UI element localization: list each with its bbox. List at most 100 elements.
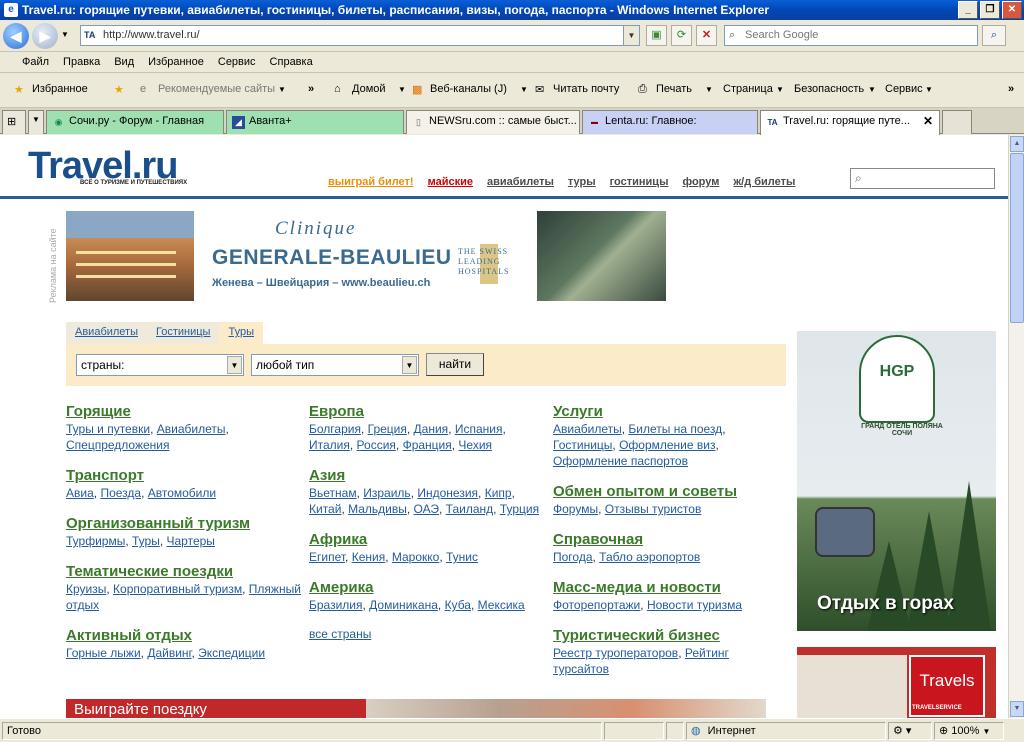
search-go-icon[interactable]: ⌕: [982, 25, 1006, 46]
country-select[interactable]: страны: ▼: [76, 354, 244, 376]
scroll-down-icon[interactable]: ▼: [1010, 701, 1024, 717]
category-link[interactable]: Фоторепортажи: [553, 598, 640, 612]
category-link[interactable]: Греция: [368, 422, 407, 436]
chevron-more-icon-2[interactable]: »: [1008, 83, 1014, 95]
category-link[interactable]: Индонезия: [417, 486, 478, 500]
security-zone[interactable]: ◍ Интернет: [686, 722, 886, 740]
menu-edit[interactable]: Правка: [57, 53, 106, 72]
surgery-ad-image[interactable]: [537, 211, 666, 301]
category-link[interactable]: Мексика: [478, 598, 525, 612]
tab-avanta[interactable]: ◢ Аванта+: [226, 110, 404, 134]
category-title[interactable]: Обмен опытом и советы: [553, 483, 788, 501]
search-tab-avia[interactable]: Авиабилеты: [66, 322, 148, 344]
category-title[interactable]: Туристический бизнес: [553, 627, 788, 645]
tab-close-icon[interactable]: ✕: [923, 114, 933, 128]
category-link[interactable]: Болгария: [309, 422, 361, 436]
tools-dropdown-icon[interactable]: ▼: [925, 85, 933, 94]
category-link[interactable]: Автомобили: [148, 486, 216, 500]
category-link[interactable]: Горные лыжи: [66, 646, 141, 660]
category-link[interactable]: Франция: [403, 438, 452, 452]
forward-button[interactable]: ▶: [32, 23, 58, 49]
category-link[interactable]: Реестр туроператоров: [553, 646, 678, 660]
category-title[interactable]: Справочная: [553, 531, 788, 549]
category-title[interactable]: Тематические поездки: [66, 563, 301, 581]
category-link[interactable]: Авиабилеты: [553, 422, 622, 436]
category-title[interactable]: Активный отдых: [66, 627, 301, 645]
nav-forum[interactable]: форум: [682, 176, 719, 188]
travels-ad[interactable]: Travels TRAVELSERVICE: [797, 647, 996, 718]
compat-view-icon[interactable]: ▣: [646, 25, 667, 46]
search-tab-hotels[interactable]: Гостиницы: [147, 322, 220, 344]
chevron-more-icon[interactable]: »: [308, 83, 314, 95]
category-link[interactable]: Экспедиции: [198, 646, 265, 660]
category-link[interactable]: Бразилия: [309, 598, 363, 612]
category-title[interactable]: Африка: [309, 531, 544, 549]
print-button[interactable]: Печать: [656, 83, 692, 95]
menu-tools[interactable]: Сервис: [212, 53, 262, 72]
history-dropdown-icon[interactable]: ▼: [61, 30, 69, 39]
protected-mode-icon[interactable]: ⚙ ▾: [888, 722, 932, 740]
category-link[interactable]: Доминикана: [369, 598, 438, 612]
type-select[interactable]: любой тип ▼: [251, 354, 419, 376]
category-title[interactable]: Горящие: [66, 403, 301, 421]
category-link[interactable]: Дания: [414, 422, 449, 436]
menu-help[interactable]: Справка: [264, 53, 319, 72]
menu-file[interactable]: Файл: [16, 53, 55, 72]
category-title[interactable]: Организованный туризм: [66, 515, 301, 533]
category-link[interactable]: Таиланд: [446, 502, 493, 516]
category-title[interactable]: Транспорт: [66, 467, 301, 485]
add-favorites-icon[interactable]: ★: [114, 83, 124, 96]
category-link[interactable]: Табло аэропортов: [599, 550, 700, 564]
category-link[interactable]: Корпоративный туризм: [113, 582, 242, 596]
category-link[interactable]: Отзывы туристов: [605, 502, 702, 516]
address-dropdown-icon[interactable]: ▼: [623, 26, 639, 45]
minimize-button[interactable]: _: [958, 1, 978, 19]
feeds-button[interactable]: Веб-каналы (J): [430, 83, 507, 95]
favorites-button[interactable]: Избранное: [32, 83, 88, 95]
category-link[interactable]: Египет: [309, 550, 345, 564]
category-link[interactable]: Испания: [455, 422, 503, 436]
category-link[interactable]: Гостиницы: [553, 438, 612, 452]
nav-avia[interactable]: авиабилеты: [487, 176, 554, 188]
category-link[interactable]: Билеты на поезд: [628, 422, 722, 436]
category-link[interactable]: Израиль: [363, 486, 410, 500]
category-link[interactable]: Россия: [357, 438, 396, 452]
category-link[interactable]: Авиа: [66, 486, 94, 500]
tab-newsru[interactable]: ▯ NEWSru.com :: самые быст...: [406, 110, 580, 134]
home-button[interactable]: Домой: [352, 83, 386, 95]
vertical-scrollbar[interactable]: ▲ ▼: [1008, 135, 1024, 718]
tab-sochi[interactable]: ◉ Сочи.ру - Форум - Главная: [46, 110, 224, 134]
category-title[interactable]: Услуги: [553, 403, 788, 421]
hotel-ad-image[interactable]: [66, 211, 194, 301]
category-link[interactable]: Дайвинг: [147, 646, 191, 660]
category-link[interactable]: Марокко: [392, 550, 439, 564]
all-countries-link[interactable]: все страны: [309, 627, 544, 641]
nav-win-ticket[interactable]: выиграй билет!: [328, 176, 414, 188]
category-link[interactable]: Мальдивы: [348, 502, 407, 516]
category-link[interactable]: Туры: [132, 534, 160, 548]
category-link[interactable]: Турфирмы: [66, 534, 125, 548]
category-link[interactable]: Круизы: [66, 582, 106, 596]
category-link[interactable]: Китай: [309, 502, 341, 516]
category-link[interactable]: Новости туризма: [647, 598, 742, 612]
find-button[interactable]: найти: [426, 353, 484, 376]
category-link[interactable]: Вьетнам: [309, 486, 357, 500]
zoom-control[interactable]: ⊕ 100% ▼: [934, 722, 1004, 740]
category-link[interactable]: Спецпредложения: [66, 438, 170, 452]
search-input[interactable]: ⌕ Search Google: [724, 25, 978, 46]
recommended-dropdown-icon[interactable]: ▼: [278, 85, 286, 94]
site-search-input[interactable]: ⌕: [850, 168, 995, 189]
quick-tabs-icon[interactable]: ⊞: [2, 110, 26, 134]
tab-travel-active[interactable]: TA Travel.ru: горящие путе... ✕: [760, 110, 940, 135]
category-title[interactable]: Азия: [309, 467, 544, 485]
address-input[interactable]: TA http://www.travel.ru/ ▼: [80, 25, 640, 46]
menu-favorites[interactable]: Избранное: [142, 53, 210, 72]
nav-tours[interactable]: туры: [568, 176, 596, 188]
category-link[interactable]: Оформление виз: [619, 438, 715, 452]
safety-menu-button[interactable]: Безопасность: [794, 83, 864, 95]
stop-icon[interactable]: ✕: [696, 25, 717, 46]
tab-lenta[interactable]: ▬ Lenta.ru: Главное:: [582, 110, 758, 134]
category-link[interactable]: Чартеры: [167, 534, 215, 548]
home-dropdown-icon[interactable]: ▼: [398, 85, 406, 94]
tab-list-dropdown-icon[interactable]: ▼: [28, 110, 44, 134]
